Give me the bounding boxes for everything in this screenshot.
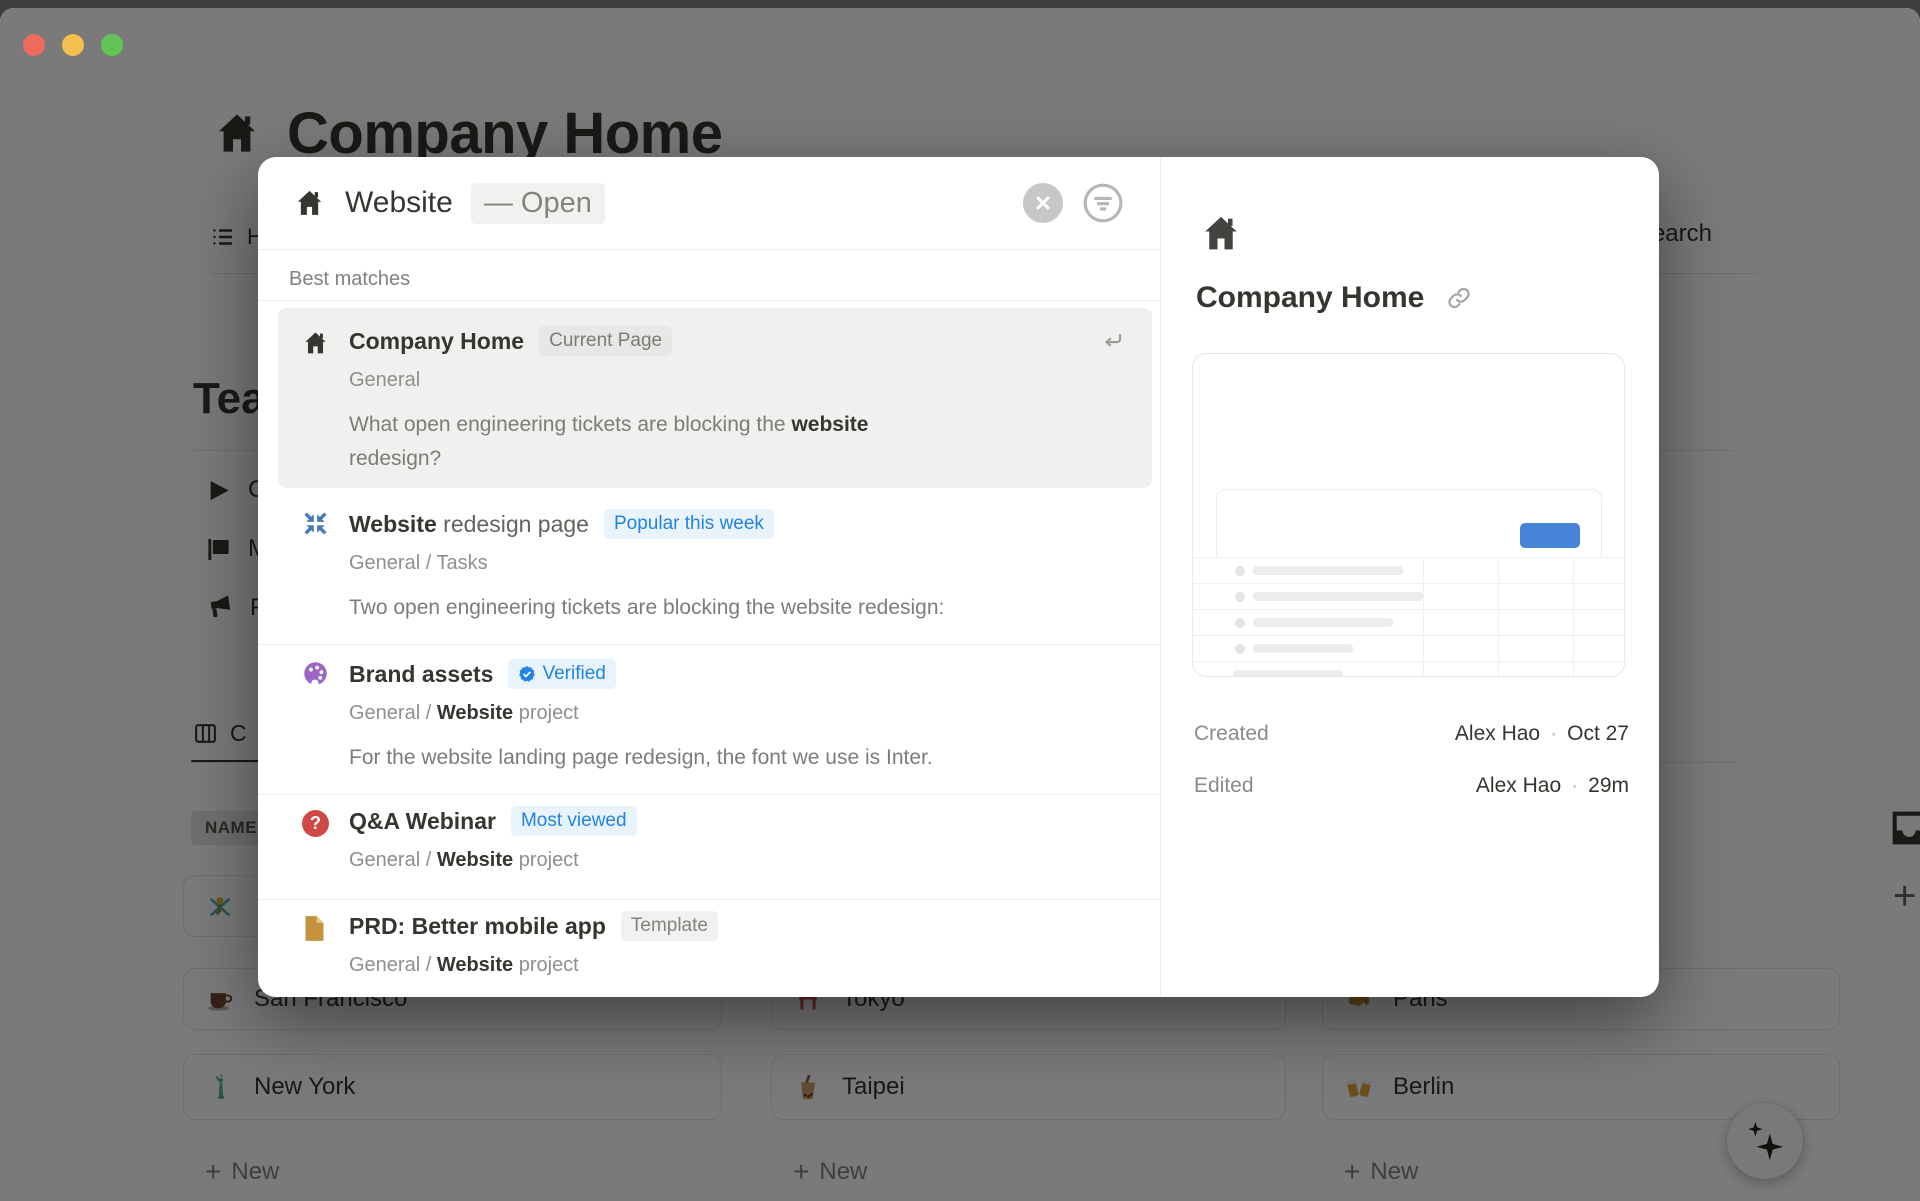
enter-key-icon	[1100, 328, 1126, 354]
template-badge: Template	[621, 911, 718, 941]
result-website-redesign-page[interactable]: Website redesign page Popular this week …	[258, 495, 1160, 645]
result-brand-assets[interactable]: Brand assets Verified General / Website …	[258, 645, 1160, 795]
path-match: Website	[437, 849, 513, 871]
skeleton-row	[1193, 609, 1624, 635]
path-pre: General /	[349, 702, 437, 724]
result-path: General / Website project	[349, 849, 1136, 872]
result-path: General / Tasks	[349, 552, 1136, 575]
skeleton-row	[1193, 583, 1624, 609]
result-path: General / Website project	[349, 954, 1136, 977]
edited-value: Alex Hao · 29m	[1476, 774, 1629, 798]
path-post: project	[513, 954, 579, 976]
result-title: Q&A Webinar	[349, 808, 496, 835]
result-snippet: What open engineering tickets are blocki…	[349, 408, 1049, 476]
created-date: Oct 27	[1567, 722, 1629, 746]
path-pre: General /	[349, 849, 437, 871]
dot-separator: ·	[1550, 722, 1557, 746]
path-match: Website	[437, 702, 513, 724]
preview-page-title: Company Home	[1196, 281, 1424, 315]
dot-separator: ·	[1571, 774, 1578, 798]
path-post: project	[513, 849, 579, 871]
result-snippet: For the website landing page redesign, t…	[349, 741, 1049, 775]
title-rest: redesign page	[437, 511, 589, 537]
preview-header-block	[1216, 489, 1602, 558]
edited-person: Alex Hao	[1476, 774, 1561, 798]
result-path: General	[349, 369, 1128, 392]
filter-icon	[1082, 182, 1124, 224]
created-meta-row: Created Alex Hao · Oct 27	[1194, 722, 1629, 746]
path-post: project	[513, 702, 579, 724]
popular-badge: Popular this week	[604, 509, 774, 539]
current-page-badge: Current Page	[539, 326, 672, 356]
title-match: Website	[349, 511, 437, 537]
filter-button[interactable]	[1082, 182, 1124, 224]
path-pre: General /	[349, 954, 437, 976]
home-icon	[302, 330, 329, 357]
copy-link-icon[interactable]	[1446, 285, 1472, 311]
home-icon	[1200, 213, 1242, 255]
zoom-window-button[interactable]	[101, 34, 123, 56]
result-title: Brand assets	[349, 661, 493, 688]
palette-icon	[302, 660, 329, 687]
created-person: Alex Hao	[1455, 722, 1540, 746]
skeleton-row	[1193, 557, 1624, 583]
search-query-text: Website	[345, 186, 453, 220]
results-list: Company Home Current Page General What o…	[258, 301, 1160, 997]
app-window: Company Home Home Search Teamspaces C M …	[0, 8, 1920, 1201]
result-prd-better-mobile-app[interactable]: PRD: Better mobile app Template General …	[258, 900, 1160, 992]
minimize-window-button[interactable]	[62, 34, 84, 56]
page-preview-panel: Company Home	[1161, 157, 1659, 997]
window-controls	[23, 34, 123, 56]
created-value: Alex Hao · Oct 27	[1455, 722, 1629, 746]
skeleton-row	[1193, 661, 1624, 677]
search-input[interactable]: Website — Open	[258, 157, 1160, 250]
close-window-button[interactable]	[23, 34, 45, 56]
results-section-label: Best matches	[258, 250, 1160, 301]
result-snippet: Two open engineering tickets are blockin…	[349, 591, 1049, 625]
result-path: General / Website project	[349, 702, 1136, 725]
result-title: PRD: Better mobile app	[349, 913, 606, 940]
edited-meta-row: Edited Alex Hao · 29m	[1194, 774, 1629, 798]
most-viewed-badge: Most viewed	[511, 806, 637, 836]
skeleton-row	[1193, 635, 1624, 661]
result-company-home[interactable]: Company Home Current Page General What o…	[278, 308, 1152, 488]
path-match: Website	[437, 954, 513, 976]
edited-label: Edited	[1194, 774, 1254, 798]
preview-blue-button	[1520, 523, 1580, 548]
verified-badge: Verified	[508, 659, 615, 689]
collapse-arrows-icon	[302, 510, 329, 537]
result-qa-webinar[interactable]: ? Q&A Webinar Most viewed General / Webs…	[258, 795, 1160, 900]
preview-table-skeleton	[1193, 557, 1624, 676]
clear-search-button[interactable]	[1023, 183, 1063, 223]
result-title: Website redesign page	[349, 511, 589, 538]
snippet-text-line2: redesign?	[349, 442, 1049, 476]
search-mode-chip[interactable]: — Open	[471, 183, 605, 224]
edited-time: 29m	[1588, 774, 1629, 798]
verified-seal-icon	[518, 665, 536, 683]
verified-label: Verified	[542, 663, 605, 685]
result-title: Company Home	[349, 328, 524, 355]
page-preview-thumbnail	[1192, 353, 1625, 677]
snippet-text: What open engineering tickets are blocki…	[349, 413, 791, 436]
search-results-panel: Website — Open Best matches	[258, 157, 1161, 997]
search-modal: Website — Open Best matches	[258, 157, 1659, 997]
document-icon	[302, 915, 329, 942]
snippet-highlight: website	[791, 413, 868, 436]
close-icon	[1033, 193, 1053, 213]
created-label: Created	[1194, 722, 1269, 746]
question-mark-icon: ?	[302, 810, 329, 837]
home-icon	[294, 188, 325, 219]
